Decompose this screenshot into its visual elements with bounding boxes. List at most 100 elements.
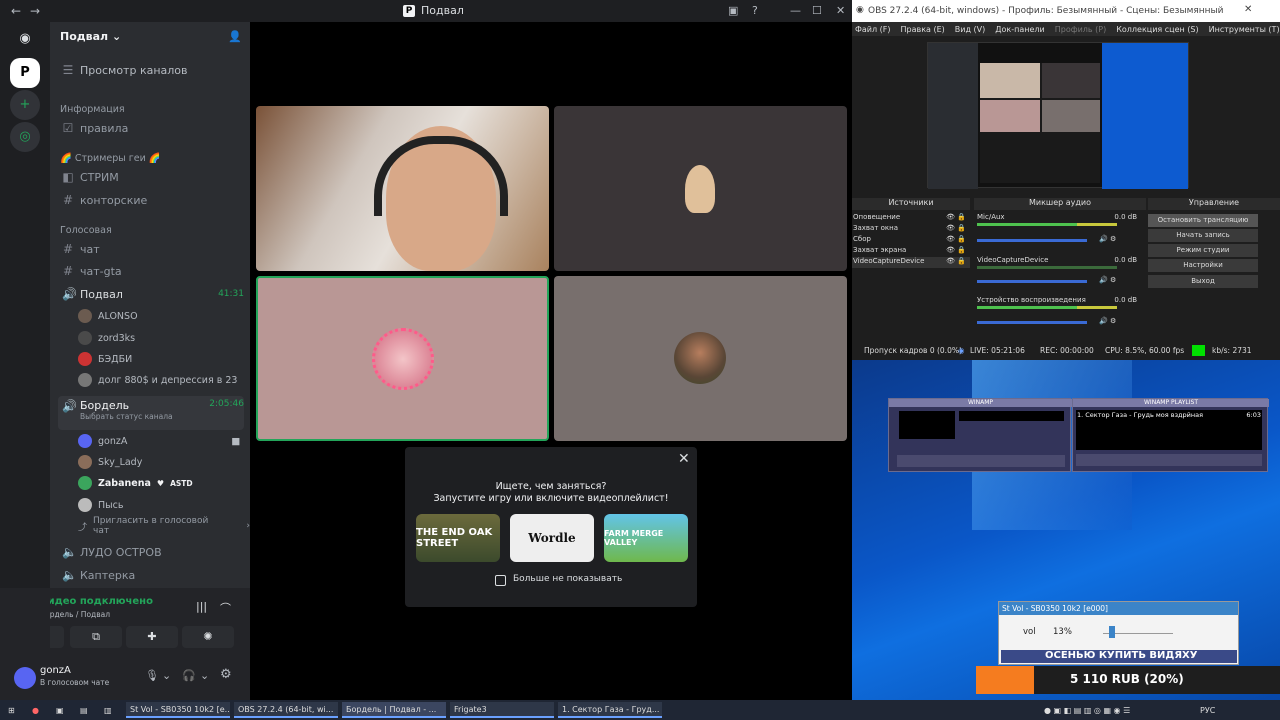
menu-docks[interactable]: Док-панели	[995, 25, 1044, 34]
vol-slider-thumb[interactable]	[1109, 626, 1116, 638]
menu-edit[interactable]: Правка (E)	[901, 25, 945, 34]
voice-user[interactable]: gonzA ■	[78, 431, 240, 451]
source-item[interactable]: Захват экрана 👁 🔒	[852, 246, 970, 257]
game-card-farm-merge[interactable]: FARM MERGE VALLEY	[604, 514, 688, 562]
menu-profile[interactable]: Профиль (P)	[1055, 25, 1106, 34]
settings-gear-icon[interactable]: ⚙	[220, 667, 232, 682]
volume-slider[interactable]	[977, 280, 1087, 283]
category-streamers[interactable]: 🌈 Стримеры геи 🌈	[60, 153, 161, 164]
menu-file[interactable]: Файл (F)	[855, 25, 891, 34]
discord-home-icon[interactable]: ◉	[10, 24, 40, 54]
channel-rules[interactable]: ☑ правила	[58, 118, 244, 138]
studio-mode-button[interactable]: Режим студии	[1148, 244, 1258, 257]
add-server-icon[interactable]: +	[10, 90, 40, 120]
menu-view[interactable]: Вид (V)	[955, 25, 985, 34]
category-voice[interactable]: Голосовая	[60, 225, 112, 236]
voice-channel-kapterka[interactable]: 🔈 Каптерка	[58, 565, 244, 585]
taskbar-app[interactable]: St Vol - SB0350 10k2 [e...	[126, 702, 230, 718]
close-icon[interactable]: ✕	[1244, 4, 1252, 15]
channel-chat-gta[interactable]: # чат-gta	[58, 261, 244, 281]
chevron-down-icon[interactable]: ⌄	[162, 669, 171, 682]
activities-button[interactable]: ✚	[126, 626, 178, 648]
winamp-main[interactable]: WINAMP	[888, 398, 1072, 472]
volume-slider[interactable]	[977, 239, 1087, 242]
user-avatar[interactable]	[14, 667, 36, 689]
source-item-selected[interactable]: VideoCaptureDevice 👁 🔒	[852, 257, 970, 268]
close-icon[interactable]: ✕	[678, 451, 690, 467]
channel-chat[interactable]: # чат	[58, 239, 244, 259]
menu-scene-collection[interactable]: Коллекция сцен (S)	[1116, 25, 1198, 34]
voice-user[interactable]: ALONSO	[78, 306, 138, 326]
eye-icon[interactable]: 👁 🔒	[946, 246, 966, 254]
screen-share-button[interactable]: ⧉	[70, 626, 122, 648]
video-tile-sky-lady[interactable]	[554, 106, 847, 271]
menu-tools[interactable]: Инструменты (T)	[1209, 25, 1280, 34]
disconnect-icon[interactable]: ⌒	[220, 600, 231, 616]
connection-subtitle[interactable]: Бордель / Подвал	[40, 610, 110, 619]
headphones-icon[interactable]: 🎧	[182, 669, 196, 682]
app-icon[interactable]: ▥	[100, 702, 116, 718]
voice-channel-bordel[interactable]: 🔊 Бордель Выбрать статус канала 2:05:46	[58, 396, 244, 430]
source-item[interactable]: Захват окна 👁 🔒	[852, 224, 970, 235]
soundboard-button[interactable]: ✺	[182, 626, 234, 648]
dont-show-checkbox[interactable]	[495, 575, 506, 586]
browser-icon[interactable]: ●	[28, 702, 43, 718]
video-tile-zabanena[interactable]	[256, 276, 549, 441]
noise-suppression-icon[interactable]: |||	[196, 600, 207, 613]
chevron-down-icon[interactable]: ⌄	[200, 669, 209, 682]
close-icon[interactable]: ✕	[836, 4, 845, 17]
minimize-icon[interactable]: —	[790, 4, 801, 17]
voice-channel-podval[interactable]: 🔊 Подвал 41:31	[58, 284, 244, 304]
playlist-list[interactable]: 1. Сектор Газа - Грудь моя вздрйная 6:03	[1076, 410, 1262, 450]
winamp-transport[interactable]	[897, 455, 1065, 467]
forward-arrow-icon[interactable]: →	[30, 4, 40, 18]
start-icon[interactable]: ⊞	[4, 702, 19, 718]
eye-icon[interactable]: 👁 🔒	[946, 224, 966, 232]
app-icon[interactable]: ▣	[52, 702, 68, 718]
source-item[interactable]: Сбор 👁 🔒	[852, 235, 970, 246]
voice-user[interactable]: Пысь	[78, 495, 123, 515]
voice-user[interactable]: долг 880$ и депрессия в 23	[78, 370, 237, 390]
playlist-controls[interactable]	[1076, 454, 1262, 466]
taskbar-app[interactable]: Frigate3	[450, 702, 554, 718]
taskbar-app[interactable]: 1. Сектор Газа - Груд...	[558, 702, 662, 718]
back-arrow-icon[interactable]: ←	[11, 4, 21, 18]
category-info[interactable]: Информация	[60, 104, 125, 115]
voice-user[interactable]: Zabanena ♥ ASTD	[78, 473, 193, 493]
voice-user[interactable]: zord3ks	[78, 328, 135, 348]
dont-show-label[interactable]: Больше не показывать	[513, 574, 622, 584]
video-tile-user[interactable]	[554, 276, 847, 441]
channel-office[interactable]: # конторские	[58, 190, 244, 210]
taskbar-app[interactable]: OBS 27.2.4 (64-bit, wi...	[234, 702, 338, 718]
inbox-icon[interactable]: ▣	[728, 4, 738, 17]
folder-icon[interactable]: ▤	[76, 702, 92, 718]
help-icon[interactable]: ?	[752, 4, 758, 17]
speaker-icon[interactable]: 🔊 ⚙	[1099, 235, 1116, 243]
microphone-icon[interactable]: 🎙	[145, 669, 159, 682]
eye-icon[interactable]: 👁 🔒	[946, 235, 966, 243]
start-recording-button[interactable]: Начать запись	[1148, 229, 1258, 242]
browse-channels[interactable]: ☰ Просмотр каналов	[58, 60, 244, 80]
volume-slider[interactable]	[977, 321, 1087, 324]
server-podval-icon[interactable]: P	[10, 58, 40, 88]
add-member-icon[interactable]: 👤	[228, 30, 242, 43]
obs-preview[interactable]	[927, 42, 1189, 189]
winamp-playlist[interactable]: WINAMP PLAYLIST 1. Сектор Газа - Грудь м…	[1072, 398, 1269, 472]
voice-user[interactable]: БЭДБИ	[78, 349, 132, 369]
invite-to-voice[interactable]: ⤴ Пригласить в голосовой чат ›	[78, 516, 250, 536]
eye-icon[interactable]: 👁 🔒	[946, 257, 966, 265]
voice-user[interactable]: Sky_Lady	[78, 452, 142, 472]
taskbar-app[interactable]: Бордель | Подвал - ...	[342, 702, 446, 718]
voice-channel-ludo[interactable]: 🔈 ЛУДО ОСТРОВ	[58, 542, 244, 562]
channel-status[interactable]: Выбрать статус канала	[80, 412, 173, 421]
maximize-icon[interactable]: ☐	[812, 4, 822, 17]
server-header[interactable]: Подвал ⌄	[60, 30, 121, 43]
exit-button[interactable]: Выход	[1148, 275, 1258, 288]
explore-icon[interactable]: ◎	[10, 122, 40, 152]
tray-icons[interactable]: ● ▣ ◧ ▤ ▥ ◎ ▦ ◉ ☰	[1040, 702, 1134, 718]
source-item[interactable]: Оповещение 👁 🔒	[852, 213, 970, 224]
stop-stream-button[interactable]: Остановить трансляцию	[1148, 214, 1258, 227]
settings-button[interactable]: Настройки	[1148, 259, 1258, 272]
speaker-icon[interactable]: 🔊 ⚙	[1099, 317, 1116, 325]
game-card-wordle[interactable]: Wordle	[510, 514, 594, 562]
